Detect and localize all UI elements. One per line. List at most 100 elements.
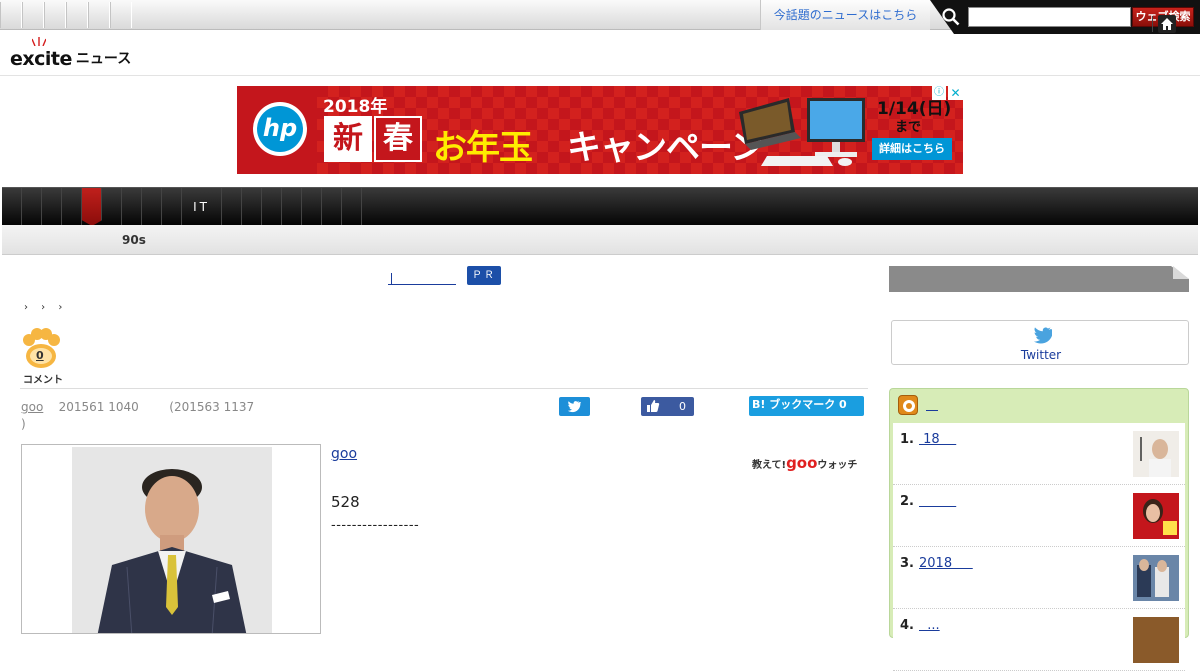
category-tab-it[interactable]: IT bbox=[182, 188, 222, 226]
sidebar-header-fold bbox=[1173, 266, 1189, 279]
ranking-title[interactable]: 2018 bbox=[919, 556, 973, 571]
category-tab[interactable] bbox=[322, 188, 342, 226]
sub-category-nav: 90s bbox=[2, 225, 1198, 255]
top-bar-slot[interactable] bbox=[44, 2, 66, 28]
person-photo bbox=[72, 447, 272, 633]
byline-updated: (201563 1137 bbox=[169, 400, 255, 414]
ad-shin: 新 bbox=[324, 116, 372, 162]
ranking-number: 4. bbox=[900, 618, 914, 633]
article-related-link[interactable]: goo bbox=[331, 446, 357, 462]
thumbs-up-icon bbox=[647, 400, 660, 412]
category-tab[interactable] bbox=[122, 188, 142, 226]
category-tab-active[interactable] bbox=[82, 188, 102, 226]
article-photo[interactable] bbox=[21, 444, 321, 634]
ranking-title-link[interactable] bbox=[926, 398, 938, 411]
byline-date: 201561 1040 bbox=[58, 400, 139, 414]
byline-source-link[interactable]: goo bbox=[21, 400, 43, 414]
goo-suffix: ウォッチ bbox=[817, 460, 858, 471]
ad-info-icon[interactable]: ⓘ bbox=[932, 86, 946, 100]
category-tab[interactable] bbox=[2, 188, 22, 226]
ranking-item[interactable]: 2. bbox=[893, 485, 1185, 547]
category-tab[interactable] bbox=[302, 188, 322, 226]
category-tab[interactable] bbox=[42, 188, 62, 226]
logo-rays-icon bbox=[32, 37, 46, 46]
ad-otoshidama: お年玉 bbox=[433, 128, 533, 168]
goo-watch-logo[interactable]: 教えて!gooウォッチ bbox=[752, 454, 857, 472]
goo-brand: goo bbox=[786, 454, 818, 472]
search-icon[interactable] bbox=[942, 8, 960, 26]
ranking-item[interactable]: 1. 18 bbox=[893, 423, 1185, 485]
ad-haru: 春 bbox=[374, 116, 422, 162]
twitter-label: Twitter bbox=[1020, 348, 1062, 362]
top-bar-slot[interactable] bbox=[22, 2, 44, 28]
portrait-illustration bbox=[72, 447, 272, 633]
category-tab[interactable] bbox=[342, 188, 362, 226]
top-bar-slot[interactable] bbox=[110, 2, 132, 28]
category-tab[interactable] bbox=[262, 188, 282, 226]
ranking-number: 3. bbox=[900, 556, 914, 571]
article-body-divider: ----------------- bbox=[331, 518, 420, 533]
ranking-number: 2. bbox=[900, 494, 914, 509]
ranking-thumbnail[interactable] bbox=[1133, 493, 1179, 539]
ranking-icon bbox=[898, 395, 918, 415]
category-tab[interactable] bbox=[282, 188, 302, 226]
ad-year: 2018年 bbox=[323, 97, 388, 117]
article-byline: goo 201561 1040 (201563 1137 ) bbox=[21, 399, 281, 433]
category-tab[interactable] bbox=[242, 188, 262, 226]
facebook-like-count: 0 bbox=[679, 400, 686, 413]
excite-news-logo[interactable]: excite ニュース bbox=[10, 36, 131, 70]
article-body-number: 528 bbox=[331, 493, 360, 511]
ranking-item[interactable]: 4. ... bbox=[893, 609, 1185, 671]
ranking-title[interactable]: 18 bbox=[919, 432, 956, 447]
top-bar-slot[interactable] bbox=[88, 2, 110, 28]
top-bar-slot[interactable] bbox=[0, 2, 22, 28]
hp-logo: hp bbox=[253, 102, 307, 156]
sidebar-header bbox=[889, 266, 1189, 292]
ranking-title[interactable]: ... bbox=[919, 618, 939, 633]
ad-until: まで bbox=[895, 120, 922, 135]
ranking-title[interactable] bbox=[919, 494, 956, 509]
hp-logo-text: hp bbox=[257, 106, 303, 152]
top-bar-links bbox=[0, 2, 132, 28]
ranking-list: 1. 18 2. 3. 2018 4. ... bbox=[893, 423, 1185, 671]
category-tab[interactable] bbox=[142, 188, 162, 226]
ad-details-button[interactable]: 詳細はこちら bbox=[872, 138, 952, 160]
pr-link-mark bbox=[391, 273, 392, 285]
category-tab[interactable] bbox=[222, 188, 242, 226]
twitter-icon bbox=[567, 401, 581, 413]
home-icon bbox=[1161, 18, 1173, 30]
ranking-thumbnail[interactable] bbox=[1133, 555, 1179, 601]
header-separator bbox=[1152, 16, 1153, 32]
ranking-thumbnail[interactable] bbox=[1133, 617, 1179, 663]
ad-campaign: キャンペーン bbox=[567, 128, 764, 168]
subnav-item-90s[interactable]: 90s bbox=[122, 233, 146, 247]
computer-illustration bbox=[739, 98, 865, 166]
ad-banner[interactable]: hp 2018年 新 春 お年玉 キャンペーン 1/14(日) まで 詳細はこち… bbox=[237, 86, 963, 174]
category-tab[interactable] bbox=[22, 188, 42, 226]
comment-label: コメント bbox=[23, 375, 63, 386]
twitter-share-button[interactable] bbox=[559, 397, 590, 416]
ranking-thumbnail[interactable] bbox=[1133, 431, 1179, 477]
category-nav: IT bbox=[2, 187, 1198, 226]
search-input[interactable] bbox=[968, 7, 1131, 27]
hatena-bookmark-button[interactable]: B! ブックマーク 0 bbox=[749, 396, 864, 416]
category-tab[interactable] bbox=[162, 188, 182, 226]
logo-brand: excite bbox=[10, 48, 72, 70]
pr-link[interactable] bbox=[388, 267, 456, 285]
ranking-badge-icon bbox=[903, 400, 915, 412]
top-bar-slot[interactable] bbox=[66, 2, 88, 28]
category-tab[interactable] bbox=[102, 188, 122, 226]
goo-prefix: 教えて! bbox=[752, 460, 787, 471]
breadcrumb[interactable]: › › › bbox=[24, 302, 62, 313]
twitter-follow-box[interactable]: Twitter bbox=[891, 320, 1189, 365]
site-header: excite ニュース bbox=[0, 30, 1200, 76]
ad-close-icon[interactable]: ✕ bbox=[948, 86, 963, 100]
logo-section: ニュース bbox=[75, 51, 132, 67]
home-button[interactable] bbox=[1158, 15, 1176, 33]
trending-news-link[interactable]: 今話題のニュースはこちら bbox=[760, 0, 930, 30]
facebook-like-button[interactable]: 0 bbox=[641, 397, 694, 416]
comment-count[interactable]: 0 bbox=[36, 349, 44, 362]
ranking-number: 1. bbox=[900, 432, 914, 447]
ranking-item[interactable]: 3. 2018 bbox=[893, 547, 1185, 609]
category-tab[interactable] bbox=[62, 188, 82, 226]
